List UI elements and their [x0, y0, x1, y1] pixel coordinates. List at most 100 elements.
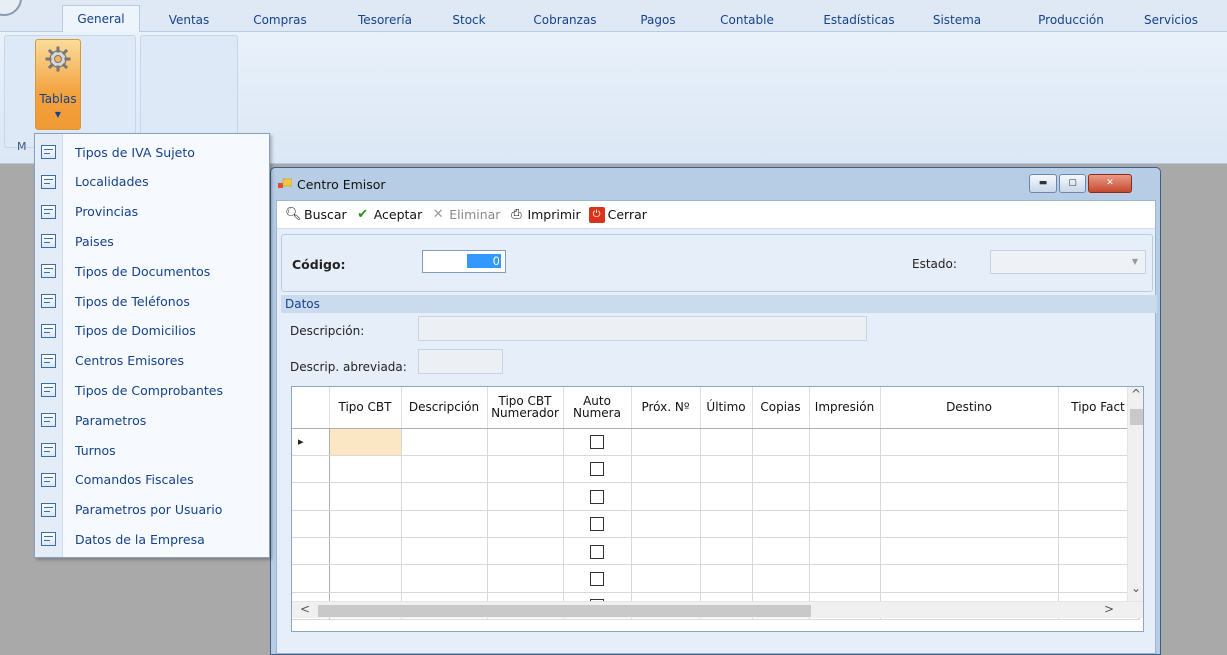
- grid-cell[interactable]: [631, 537, 701, 566]
- table-row[interactable]: [292, 564, 1140, 593]
- grid-cell[interactable]: [1058, 455, 1139, 484]
- tab-sistema[interactable]: Sistema: [930, 9, 984, 32]
- grid-cell[interactable]: [401, 564, 488, 593]
- tab-pagos[interactable]: Pagos: [636, 9, 680, 32]
- grid-cell[interactable]: [487, 428, 564, 456]
- auto-numera-checkbox[interactable]: [590, 571, 604, 586]
- vertical-scrollbar[interactable]: ^ ⌄: [1127, 387, 1143, 601]
- codigo-input[interactable]: 0: [422, 250, 506, 273]
- table-row[interactable]: [292, 510, 1140, 539]
- horizontal-scroll-thumb[interactable]: [318, 605, 811, 617]
- tab-servicios[interactable]: Servicios: [1138, 9, 1204, 32]
- auto-numera-cell[interactable]: [563, 564, 632, 593]
- grid-cell[interactable]: [401, 537, 488, 566]
- grid-cell[interactable]: [631, 455, 701, 484]
- grid-cell[interactable]: [700, 455, 753, 484]
- auto-numera-cell[interactable]: [563, 428, 632, 456]
- aceptar-button[interactable]: ✔ Aceptar: [355, 207, 422, 223]
- tab-ventas[interactable]: Ventas: [168, 9, 210, 32]
- auto-numera-cell[interactable]: [563, 482, 632, 511]
- grid-cell[interactable]: [809, 455, 881, 484]
- grid-cell[interactable]: [1058, 564, 1139, 593]
- menu-item-turnos[interactable]: Turnos: [35, 435, 269, 465]
- column-header-ultimo[interactable]: Último: [700, 387, 753, 429]
- grid-cell[interactable]: [487, 482, 564, 511]
- tab-tesoreria[interactable]: Tesorería: [350, 9, 420, 32]
- tab-stock[interactable]: Stock: [450, 9, 488, 32]
- auto-numera-checkbox[interactable]: [590, 517, 604, 532]
- menu-item-tipos-de-comprobantes[interactable]: Tipos de Comprobantes: [35, 375, 269, 405]
- grid-cell[interactable]: [809, 428, 881, 456]
- grid-cell[interactable]: [631, 482, 701, 511]
- column-header-impresion[interactable]: Impresión: [809, 387, 881, 429]
- grid-cell[interactable]: [700, 510, 753, 539]
- tab-produccion[interactable]: Producción: [1032, 9, 1110, 32]
- menu-item-comandos-fiscales[interactable]: Comandos Fiscales: [35, 465, 269, 495]
- grid-cell[interactable]: [401, 482, 488, 511]
- auto-numera-cell[interactable]: [563, 510, 632, 539]
- grid-cell[interactable]: [809, 537, 881, 566]
- scroll-down-icon[interactable]: ⌄: [1131, 581, 1141, 595]
- grid-cell[interactable]: [329, 482, 402, 511]
- buscar-button[interactable]: 🔍︎ Buscar: [285, 207, 347, 223]
- grid-cell[interactable]: [401, 455, 488, 484]
- vertical-scroll-thumb[interactable]: [1130, 409, 1143, 425]
- tablas-button[interactable]: Tablas ▼: [35, 39, 81, 130]
- column-header-tipo-cbt-numerador[interactable]: Tipo CBT Numerador: [487, 387, 564, 429]
- grid-cell[interactable]: [700, 564, 753, 593]
- tab-cobranzas[interactable]: Cobranzas: [528, 9, 602, 32]
- grid-cell[interactable]: [752, 428, 810, 456]
- grid-cell[interactable]: [329, 537, 402, 566]
- column-header-tipo-fact[interactable]: Tipo Fact: [1058, 387, 1139, 429]
- grid-cell[interactable]: [752, 537, 810, 566]
- grid-cell[interactable]: [401, 510, 488, 539]
- grid-cell[interactable]: [329, 455, 402, 484]
- column-header-tipo-cbt[interactable]: Tipo CBT: [329, 387, 402, 429]
- grid-cell[interactable]: [880, 455, 1059, 484]
- grid-cell[interactable]: [809, 564, 881, 593]
- table-row[interactable]: [292, 455, 1140, 484]
- tab-compras[interactable]: Compras: [250, 9, 310, 32]
- column-header-auto-numera[interactable]: Auto Numera: [563, 387, 632, 429]
- horizontal-scrollbar[interactable]: < >: [292, 601, 1143, 618]
- menu-item-tipos-de-documentos[interactable]: Tipos de Documentos: [35, 256, 269, 286]
- grid-cell[interactable]: [700, 428, 753, 456]
- column-header-prox-n[interactable]: Próx. Nº: [631, 387, 701, 429]
- grid-cell[interactable]: [329, 510, 402, 539]
- table-row[interactable]: [292, 482, 1140, 511]
- app-menu-orb[interactable]: [0, 0, 22, 16]
- descrip-abreviada-input[interactable]: [418, 349, 503, 374]
- menu-item-tipos-de-iva-sujeto[interactable]: Tipos de IVA Sujeto: [35, 137, 269, 167]
- column-header-destino[interactable]: Destino: [880, 387, 1059, 429]
- cerrar-button[interactable]: ⏻ Cerrar: [588, 206, 647, 223]
- table-row[interactable]: [292, 537, 1140, 566]
- tab-estadisticas[interactable]: Estadísticas: [816, 9, 902, 32]
- grid-cell[interactable]: [880, 482, 1059, 511]
- column-header-descripcion[interactable]: Descripción: [401, 387, 488, 429]
- grid-cell[interactable]: [752, 455, 810, 484]
- menu-item-tipos-de-telefonos[interactable]: Tipos de Teléfonos: [35, 286, 269, 316]
- auto-numera-checkbox[interactable]: [590, 489, 604, 504]
- grid-cell[interactable]: [880, 510, 1059, 539]
- grid-cell[interactable]: [880, 537, 1059, 566]
- scroll-up-icon[interactable]: ^: [1131, 387, 1141, 401]
- scroll-left-icon[interactable]: <: [300, 602, 310, 616]
- tab-contable[interactable]: Contable: [716, 9, 778, 32]
- grid-cell[interactable]: [401, 428, 488, 456]
- menu-item-centros-emisores[interactable]: Centros Emisores: [35, 346, 269, 376]
- menu-item-paises[interactable]: Paises: [35, 226, 269, 256]
- menu-item-localidades[interactable]: Localidades: [35, 167, 269, 197]
- eliminar-button[interactable]: ✕ Eliminar: [430, 207, 501, 223]
- grid-cell[interactable]: [631, 428, 701, 456]
- grid-cell[interactable]: [752, 482, 810, 511]
- grid-cell[interactable]: [329, 564, 402, 593]
- grid-cell[interactable]: [1058, 482, 1139, 511]
- grid-cell[interactable]: [809, 482, 881, 511]
- grid-cell[interactable]: [700, 482, 753, 511]
- auto-numera-checkbox[interactable]: [590, 544, 604, 559]
- minimize-button[interactable]: ▬: [1029, 174, 1057, 193]
- maximize-button[interactable]: ▢: [1059, 174, 1086, 193]
- grid-cell[interactable]: [752, 564, 810, 593]
- grid-cell[interactable]: [487, 455, 564, 484]
- grid-cell[interactable]: [880, 428, 1059, 456]
